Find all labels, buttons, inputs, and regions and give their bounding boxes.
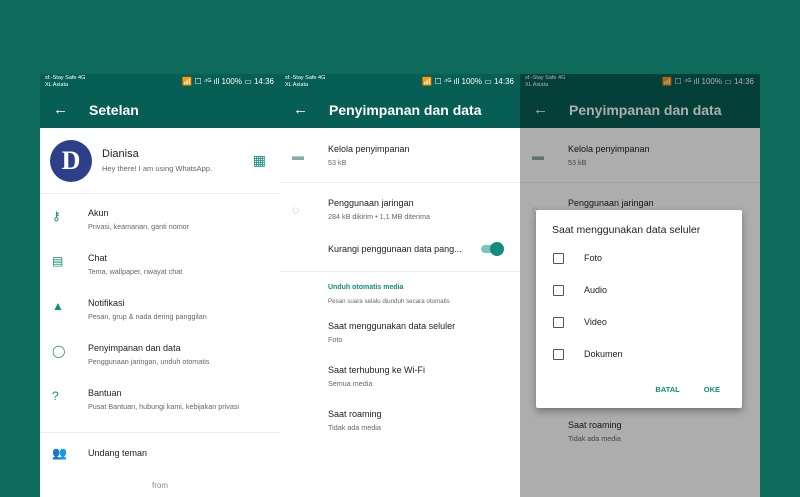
option-label: Dokumen [584,349,623,359]
mobile-data-dialog: Saat menggunakan data seluler Foto Audio… [536,210,742,408]
menu-item-undang[interactable]: 👥 Undang teman [40,433,280,473]
menu-item-title: Akun [88,208,109,218]
key-icon: ⚷ [52,209,61,223]
profile-status: Hey there! I am using WhatsApp. [102,164,213,173]
reduce-data-toggle[interactable] [481,242,504,256]
manage-storage-title: Kelola penyimpanan [328,144,410,154]
wifi-row[interactable]: Saat terhubung ke Wi-Fi Semua media [280,365,520,409]
menu-item-subtitle: Tema, wallpaper, riwayat chat [88,267,183,276]
app-bar: ← Setelan [40,91,280,128]
invite-friends-label: Undang teman [88,448,148,458]
wifi-title: Saat terhubung ke Wi-Fi [328,365,426,375]
option-foto[interactable]: Foto [536,242,742,274]
option-video[interactable]: Video [536,306,742,338]
network-usage-title: Penggunaan jaringan [328,198,414,208]
dialog-title: Saat menggunakan data seluler [552,224,701,236]
menu-item-title: Penyimpanan dan data [88,343,181,353]
data-usage-icon: ◌ [292,203,300,217]
option-label: Video [584,317,607,327]
storage-data-screen: sf.-Stay Safe 4G XL Axiata 📶 ☐ ⁴ᴳ ıll 10… [280,74,520,497]
profile-row[interactable]: D Dianisa Hey there! I am using WhatsApp… [40,128,280,194]
menu-item-title: Chat [88,253,108,263]
back-arrow-icon[interactable]: ← [53,101,89,118]
manage-storage-row[interactable]: ▬ Kelola penyimpanan 53 kB [280,128,520,182]
people-icon: 👥 [52,446,67,460]
ok-button[interactable]: OKE [704,385,720,394]
auto-download-header: Unduh otomatis media [328,284,404,291]
checkbox[interactable] [553,348,564,360]
manage-storage-size: 53 kB [328,158,347,167]
settings-screen: sf.-Stay Safe 4G XL Axiata 📶 ☐ ⁴ᴳ ıll 10… [40,74,280,497]
option-label: Audio [584,285,608,295]
reduce-data-row[interactable]: Kurangi penggunaan data pang... [280,227,520,271]
reduce-data-label: Kurangi penggunaan data pang... [328,244,462,254]
page-title: Setelan [89,101,139,118]
qr-code-icon[interactable]: ▦ [253,152,266,169]
checkbox[interactable] [553,252,564,264]
bell-icon: ▲ [52,299,64,313]
status-icons-time: 📶 ☐ ⁴ᴳ ıll 100% ▭ 14:36 [182,77,274,86]
option-label: Foto [584,253,603,263]
checkbox[interactable] [553,284,564,296]
menu-item-title: Bantuan [88,388,122,398]
storage-data-dialog-screen: sf.-Stay Safe 4G XL Axiata 📶 ☐ ⁴ᴳ ıll 10… [520,74,760,497]
menu-item-bantuan[interactable]: ? Bantuan Pusat Bantuan, hubungi kami, k… [40,385,280,430]
storage-circle-icon: ◯ [52,344,66,358]
status-icons-time: 📶 ☐ ⁴ᴳ ıll 100% ▭ 14:36 [422,77,514,86]
auto-download-sub: Pesan suara selalu diunduh secara otomat… [328,298,450,305]
menu-item-akun[interactable]: ⚷ Akun Privasi, keamanan, ganti nomor [40,205,280,250]
back-arrow-icon[interactable]: ← [293,101,329,118]
menu-item-penyimpanan[interactable]: ◯ Penyimpanan dan data Penggunaan jaring… [40,340,280,385]
roaming-sub: Tidak ada media [328,423,381,432]
status-bar: sf.-Stay Safe 4G XL Axiata 📶 ☐ ⁴ᴳ ıll 10… [40,74,280,91]
mobile-data-sub: Foto [328,335,343,344]
network-usage-row[interactable]: ◌ Penggunaan jaringan 284 kB dikirim • 1… [280,183,520,227]
option-audio[interactable]: Audio [536,274,742,306]
help-icon: ? [52,389,59,403]
checkbox[interactable] [553,316,564,328]
network-usage-sub: 284 kB dikirim • 1,1 MB diterima [328,212,430,221]
menu-item-subtitle: Pesan, grup & nada dering panggilan [88,312,207,321]
avatar[interactable]: D [50,139,92,182]
mobile-data-title: Saat menggunakan data seluler [328,321,456,331]
app-bar: ← Penyimpanan dan data [280,91,520,128]
menu-item-subtitle: Privasi, keamanan, ganti nomor [88,222,190,231]
menu-item-chat[interactable]: ▤ Chat Tema, wallpaper, riwayat chat [40,250,280,295]
menu-item-notifikasi[interactable]: ▲ Notifikasi Pesan, grup & nada dering p… [40,295,280,340]
mobile-data-row[interactable]: Saat menggunakan data seluler Foto [280,321,520,365]
menu-item-subtitle: Pusat Bantuan, hubungi kami, kebijakan p… [88,402,240,411]
wifi-sub: Semua media [328,379,373,388]
roaming-row[interactable]: Saat roaming Tidak ada media [280,409,520,453]
chat-icon: ▤ [52,254,64,268]
footer-from: from [152,481,168,490]
status-bar: sf.-Stay Safe 4G XL Axiata 📶 ☐ ⁴ᴳ ıll 10… [280,74,520,91]
page-title: Penyimpanan dan data [329,101,482,118]
option-dokumen[interactable]: Dokumen [536,338,742,370]
menu-item-subtitle: Penggunaan jaringan, unduh otomatis [88,357,210,366]
folder-icon: ▬ [292,149,304,163]
cancel-button[interactable]: BATAL [655,385,679,394]
profile-name: Dianisa [102,148,139,160]
roaming-title: Saat roaming [328,409,382,419]
menu-item-title: Notifikasi [88,298,125,308]
